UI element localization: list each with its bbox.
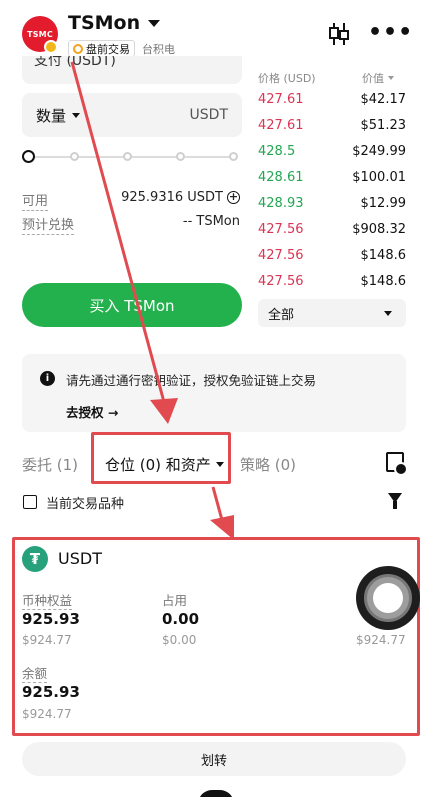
caret-down-icon xyxy=(388,76,394,80)
orderbook-price: 428.5 xyxy=(258,144,296,159)
quantity-label: 数量 xyxy=(36,106,67,125)
slider-track xyxy=(30,156,236,158)
balance-value: 925.93 xyxy=(22,683,80,701)
value-header[interactable]: 价值 xyxy=(362,70,394,86)
premarket-badge: 盘前交易 xyxy=(68,40,135,57)
symbol-selector[interactable]: TSMon xyxy=(68,12,161,34)
available-balance: 925.9316 USDT + xyxy=(120,190,240,205)
annotation-arrow-line-2 xyxy=(211,486,224,521)
orderbook-price: 428.61 xyxy=(258,170,304,185)
orderbook-price: 427.56 xyxy=(258,222,304,237)
orderbook-row[interactable]: 428.61 $100.01 xyxy=(258,170,406,190)
orderbook-row[interactable]: 428.93 $12.99 xyxy=(258,196,406,216)
transfer-button[interactable]: 划转 xyxy=(22,742,406,776)
occupied-usd: $0.00 xyxy=(162,633,197,647)
orderbook-filter-select[interactable]: 全部 xyxy=(258,299,406,327)
quantity-type-selector[interactable]: 数量 xyxy=(36,105,81,126)
quantity-input[interactable]: 数量 USDT xyxy=(22,93,242,137)
available-value: 925.9316 USDT xyxy=(121,190,223,205)
caret-down-icon xyxy=(148,19,161,27)
orderbook-value: $51.23 xyxy=(360,118,407,133)
slider-stop-50[interactable] xyxy=(123,152,132,161)
orderbook-price: 428.93 xyxy=(258,196,304,211)
occupied-label: 占用 xyxy=(162,593,188,608)
orderbook-row[interactable]: 427.61 $42.17 xyxy=(258,92,406,112)
estimate-value: -- TSMon xyxy=(182,214,240,229)
floating-button-core xyxy=(373,583,403,613)
price-header: 价格 (USD) xyxy=(258,70,316,86)
filter-icon[interactable] xyxy=(388,493,402,509)
more-options-icon[interactable]: ••• xyxy=(368,22,413,44)
verified-badge-icon xyxy=(44,40,58,54)
equity-label: 币种权益 xyxy=(22,590,73,610)
value-header-label: 价值 xyxy=(362,72,384,85)
caret-down-icon xyxy=(384,310,392,316)
quantity-unit: USDT xyxy=(189,107,228,123)
bottom-sheet-handle[interactable] xyxy=(198,790,234,797)
available-label: 可用 xyxy=(22,190,49,211)
orderbook-value: $249.99 xyxy=(352,144,406,159)
right-column-usd: $924.77 xyxy=(356,633,406,647)
tab-orders[interactable]: 委托 (1) xyxy=(22,454,78,475)
floating-assistive-button[interactable] xyxy=(356,566,420,630)
orderbook-value: $148.6 xyxy=(360,248,407,263)
current-symbol-label: 当前交易品种 xyxy=(46,497,125,512)
pay-label: 支付 (USDT) xyxy=(34,56,116,69)
orderbook-value: $908.32 xyxy=(352,222,406,237)
orderbook-row[interactable]: 428.5 $249.99 xyxy=(258,144,406,164)
auth-notice: i 请先通过通行密钥验证，授权免验证链上交易 去授权 → xyxy=(22,354,406,432)
equity-value: 925.93 xyxy=(22,610,80,628)
slider-stop-100[interactable] xyxy=(229,152,238,161)
floating-button-ring xyxy=(364,574,412,622)
orderbook-value: $42.17 xyxy=(360,92,407,107)
current-symbol-checkbox[interactable] xyxy=(23,495,37,509)
balance-label: 余额 xyxy=(22,663,48,683)
sun-icon xyxy=(73,43,83,54)
slider-stop-25[interactable] xyxy=(70,152,79,161)
orderbook-row[interactable]: 427.61 $51.23 xyxy=(258,118,406,138)
underlying-name: 台积电 xyxy=(142,43,175,56)
slider-handle[interactable] xyxy=(22,150,35,163)
filter-value: 全部 xyxy=(268,307,295,323)
tether-icon: ₮ xyxy=(22,546,48,572)
orderbook-value: $100.01 xyxy=(352,170,406,185)
orderbook-price: 427.61 xyxy=(258,92,304,107)
asset-name: USDT xyxy=(58,549,102,568)
add-funds-icon[interactable]: + xyxy=(227,191,240,204)
buy-button[interactable]: 买入 TSMon xyxy=(22,283,242,327)
quantity-slider[interactable] xyxy=(22,148,240,166)
occupied-value: 0.00 xyxy=(162,610,200,628)
orderbook-price: 427.56 xyxy=(258,248,304,263)
orderbook-price: 427.56 xyxy=(258,274,304,289)
authorize-link[interactable]: 去授权 → xyxy=(66,402,118,421)
symbol-title: TSMon xyxy=(68,12,141,34)
annotation-highlight-tab xyxy=(91,432,231,484)
orderbook-row[interactable]: 427.56 $148.6 xyxy=(258,274,406,294)
orderbook-value: $12.99 xyxy=(360,196,407,211)
premarket-label: 盘前交易 xyxy=(86,42,130,56)
tab-strategy[interactable]: 策略 (0) xyxy=(240,454,296,475)
candlestick-chart-icon[interactable] xyxy=(328,22,350,46)
info-icon: i xyxy=(40,371,55,386)
caret-down-icon xyxy=(72,112,81,118)
pay-field[interactable]: 支付 (USDT) xyxy=(22,56,242,84)
orderbook-value: $148.6 xyxy=(360,274,407,289)
slider-stop-75[interactable] xyxy=(176,152,185,161)
order-history-icon[interactable] xyxy=(386,452,408,476)
notice-text: 请先通过通行密钥验证，授权免验证链上交易 xyxy=(66,373,317,388)
orderbook-row[interactable]: 427.56 $908.32 xyxy=(258,222,406,242)
equity-usd: $924.77 xyxy=(22,633,72,647)
balance-usd: $924.77 xyxy=(22,707,72,721)
price-header-label: 价格 (USD) xyxy=(258,72,316,85)
orderbook-row[interactable]: 427.56 $148.6 xyxy=(258,248,406,268)
orderbook-price: 427.61 xyxy=(258,118,304,133)
estimate-label: 预计兑换 xyxy=(22,214,75,235)
